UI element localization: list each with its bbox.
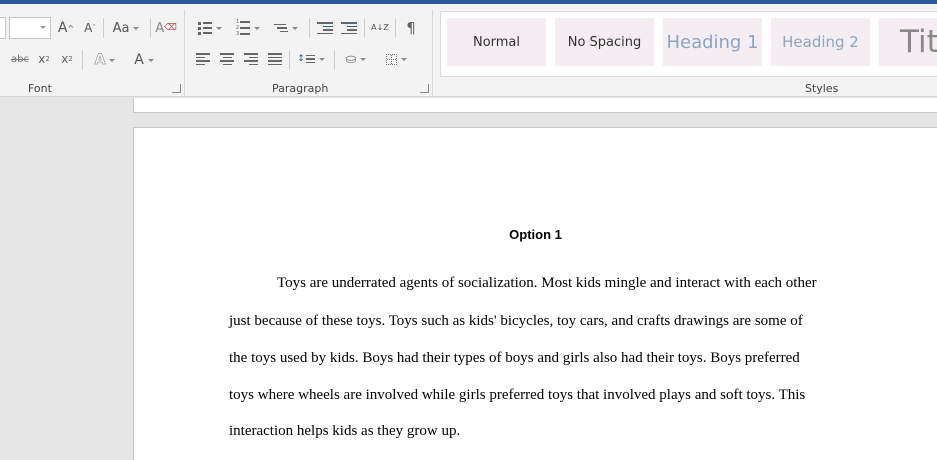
sort-button[interactable]: A↓Z	[369, 17, 391, 39]
divider	[334, 50, 335, 70]
justify-icon	[268, 51, 282, 67]
paragraph-dialog-launcher-icon[interactable]	[420, 84, 429, 93]
grow-font-button[interactable]: A ^	[58, 18, 74, 38]
divider	[364, 18, 365, 38]
align-left-icon	[196, 51, 210, 67]
clear-formatting-icon[interactable]: A ⌫	[155, 18, 177, 38]
numbering-button[interactable]: 1 2 3	[232, 17, 264, 39]
style-normal[interactable]: Normal	[447, 18, 546, 66]
line-spacing-button[interactable]: ↕	[295, 49, 327, 69]
styles-group-label: Styles	[805, 82, 839, 95]
align-center-button[interactable]	[218, 49, 236, 69]
style-no-spacing[interactable]: No Spacing	[555, 18, 654, 66]
pilcrow-icon: ¶	[406, 19, 416, 37]
justify-button[interactable]	[266, 49, 284, 69]
line-spacing-icon: ↕	[297, 53, 315, 66]
divider	[309, 18, 310, 38]
styles-gallery: Normal No Spacing Heading 1 Heading 2 Ti…	[440, 11, 937, 77]
show-hide-marks-button[interactable]: ¶	[400, 17, 422, 39]
bullets-icon	[198, 20, 212, 36]
numbering-icon: 1 2 3	[236, 19, 250, 37]
paragraph-group-label: Paragraph	[272, 82, 329, 95]
shading-button[interactable]: ⛀	[340, 49, 372, 69]
subscript-button[interactable]: x2	[35, 50, 53, 68]
paragraph-line: Toys are underrated agents of socializat…	[277, 275, 817, 291]
font-dialog-launcher-icon[interactable]	[172, 84, 181, 93]
font-group-label: Font	[28, 82, 52, 95]
group-separator	[184, 10, 185, 98]
align-center-icon	[220, 51, 234, 67]
strikethrough-button[interactable]: abc	[9, 50, 31, 68]
document-heading: Option 1	[509, 227, 562, 242]
increase-indent-icon	[341, 20, 357, 36]
increase-indent-button[interactable]	[339, 17, 359, 39]
chevron-down-icon	[40, 26, 46, 29]
decrease-indent-icon	[317, 20, 333, 36]
divider	[103, 18, 104, 38]
font-name-box[interactable]	[0, 17, 6, 39]
font-size-box[interactable]	[9, 17, 51, 39]
ribbon: A ^ Aˇ Aa A ⌫ abc x2 x2 A A Font 1 2 3 A…	[0, 4, 937, 98]
decrease-indent-button[interactable]	[315, 17, 335, 39]
divider	[289, 50, 290, 70]
style-heading-1[interactable]: Heading 1	[663, 18, 762, 66]
borders-icon	[385, 53, 397, 65]
document-page[interactable]: Option 1 Toys are underrated agents of s…	[133, 127, 937, 460]
superscript-button[interactable]: x2	[58, 50, 76, 68]
change-case-button[interactable]: Aa	[110, 18, 142, 38]
multilevel-list-button[interactable]	[270, 17, 302, 39]
style-title[interactable]: Titl	[879, 18, 937, 66]
style-heading-2[interactable]: Heading 2	[771, 18, 870, 66]
borders-button[interactable]	[380, 49, 412, 69]
group-separator	[432, 10, 433, 98]
divider	[150, 18, 151, 38]
paragraph-line: just because of these toys. Toys such as…	[229, 313, 803, 329]
bullets-button[interactable]	[194, 17, 226, 39]
align-right-button[interactable]	[242, 49, 260, 69]
previous-page-bottom	[133, 98, 937, 113]
font-color-button[interactable]: A	[128, 50, 160, 70]
multilevel-list-icon	[274, 22, 288, 35]
align-right-icon	[244, 51, 258, 67]
paragraph-line: the toys used by kids. Boys had their ty…	[229, 350, 800, 366]
text-effects-button[interactable]: A	[89, 50, 121, 70]
align-left-button[interactable]	[194, 49, 212, 69]
paragraph-line: toys where wheels are involved while gir…	[229, 387, 806, 403]
sort-icon: A↓Z	[371, 23, 389, 32]
divider	[395, 18, 396, 38]
paragraph-line: interaction helps kids as they grow up.	[229, 423, 461, 439]
paint-bucket-icon: ⛀	[345, 51, 357, 67]
divider	[82, 50, 83, 70]
shrink-font-button[interactable]: Aˇ	[82, 18, 98, 38]
